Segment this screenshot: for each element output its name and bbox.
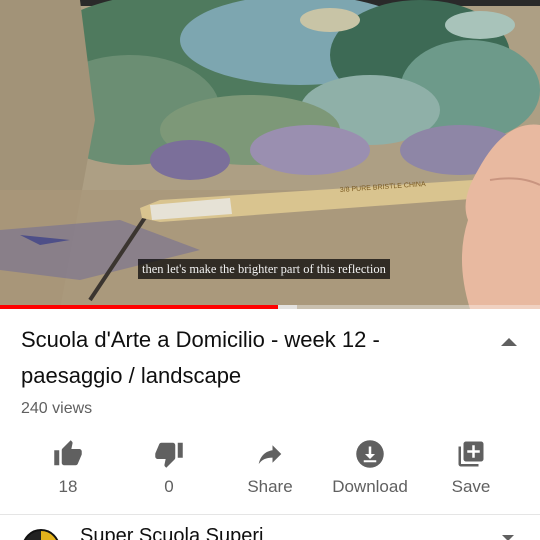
channel-avatar[interactable]	[22, 529, 60, 540]
save-label: Save	[451, 477, 491, 496]
video-caption: then let's make the brighter part of thi…	[138, 259, 390, 279]
video-actions-bar: 18 0 Share Download Save	[0, 436, 540, 506]
like-button[interactable]: 18	[18, 436, 118, 502]
video-progress-bar[interactable]	[0, 305, 540, 309]
save-button[interactable]: Save	[421, 436, 521, 502]
like-count: 18	[58, 477, 78, 496]
triangle-up-icon[interactable]	[497, 334, 521, 350]
download-button[interactable]: Download	[320, 436, 420, 502]
dislike-count: 0	[164, 477, 174, 496]
download-label: Download	[332, 477, 408, 496]
download-icon	[356, 440, 384, 468]
video-title: Scuola d'Arte a Domicilio - week 12 - pa…	[21, 327, 380, 388]
video-progress-played	[0, 305, 279, 309]
channel-row[interactable]: Super Scuola Superi	[0, 515, 540, 540]
thumb-down-icon	[155, 442, 183, 468]
channel-name[interactable]: Super Scuola Superi	[80, 525, 263, 540]
playlist-add-icon	[458, 441, 484, 467]
share-label: Share	[247, 477, 293, 496]
chevron-down-icon[interactable]	[500, 533, 516, 540]
dislike-button[interactable]: 0	[119, 436, 219, 502]
thumb-up-icon	[54, 440, 82, 466]
share-icon	[258, 445, 282, 464]
share-button[interactable]: Share	[220, 436, 320, 502]
video-player[interactable]: 3/8 PURE BRISTLE CHINA then let's make t…	[0, 0, 540, 309]
view-count: 240 views	[21, 400, 93, 417]
